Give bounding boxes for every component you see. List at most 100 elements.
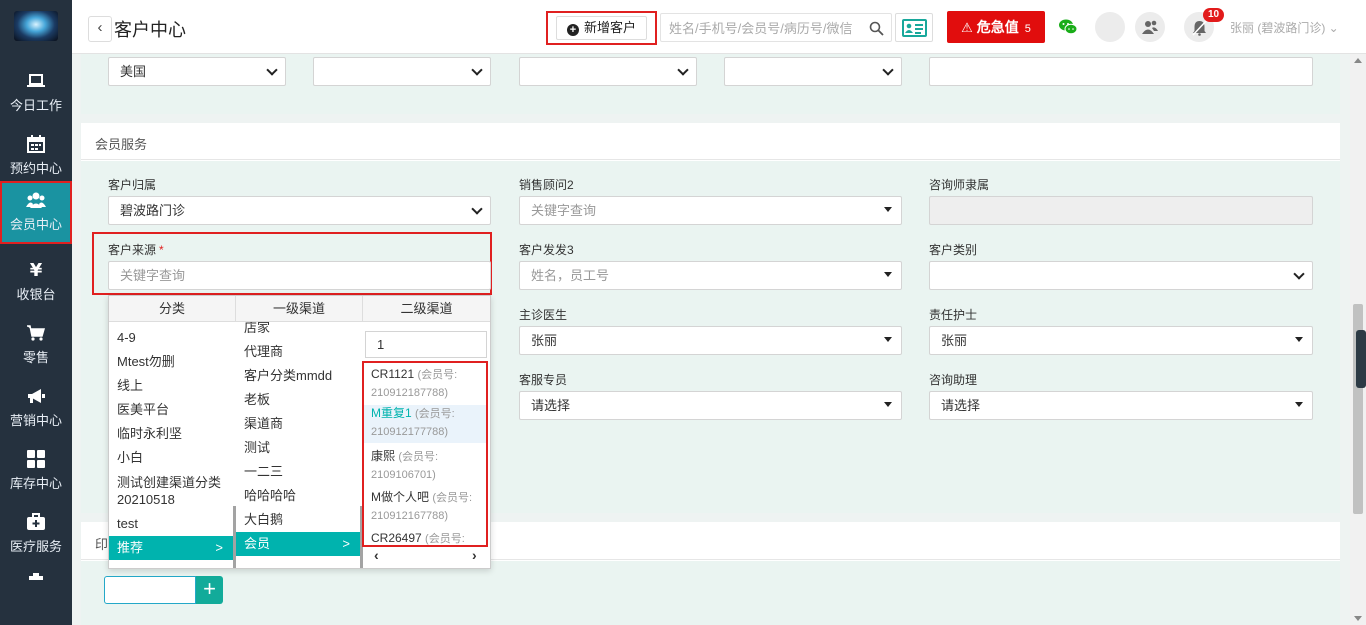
member-name: M做个人吧 <box>371 490 429 504</box>
sidebar-item-marketing[interactable]: 营销中心 <box>0 377 72 440</box>
category-item[interactable]: 医美平台 <box>109 398 233 422</box>
consult-assistant-label: 咨询助理 <box>929 373 978 387</box>
member-list-pager: ‹ › <box>366 547 488 567</box>
category-item[interactable]: Mtest勿删 <box>109 350 233 374</box>
sidebar-item-label: 营销中心 <box>9 413 62 428</box>
id-card-button[interactable] <box>895 13 933 42</box>
customer-source-placeholder: 关键字查询 <box>120 268 186 283</box>
caret-down-icon <box>884 207 892 212</box>
district-select[interactable] <box>724 57 902 86</box>
side-panel-handle[interactable] <box>1356 330 1366 388</box>
member-result-item[interactable]: M做个人吧 (会员号: 210912167788) <box>364 489 486 525</box>
scroll-down-icon[interactable] <box>1354 616 1362 621</box>
customer-search-input[interactable] <box>669 19 859 37</box>
subchannel-search-input[interactable]: 1 <box>365 331 487 358</box>
consult-assistant-value: 请选择 <box>941 398 981 413</box>
nurse-label: 责任护士 <box>929 308 978 322</box>
doctor-select[interactable]: 张丽 <box>519 326 902 355</box>
critical-value-button[interactable]: ⚠ 危急值 5 <box>947 11 1045 43</box>
channel-item-selected[interactable]: 会员 > <box>236 532 360 556</box>
channel-item[interactable]: 渠道商 <box>236 412 360 436</box>
chevron-down-icon <box>266 64 278 76</box>
chevron-down-icon <box>882 64 894 76</box>
alert-icon: ⚠ <box>961 20 973 35</box>
city-select[interactable] <box>519 57 697 86</box>
scroll-up-icon[interactable] <box>1354 58 1362 63</box>
member-result-list: CR1121 (会员号: 210912187788) M重复1 (会员号: 21… <box>362 361 488 547</box>
category-item[interactable]: test <box>109 512 233 536</box>
id-card-icon <box>902 19 927 37</box>
member-result-item-hover[interactable]: M重复1 (会员号: 210912177788) <box>364 405 486 443</box>
channel-item[interactable]: 大白鹅 <box>236 508 360 532</box>
sidebar-item-inventory[interactable]: 库存中心 <box>0 440 72 503</box>
sidebar-item-cashier[interactable]: ¥ 收银台 <box>0 251 72 314</box>
province-select[interactable] <box>313 57 491 86</box>
channel-item[interactable]: 老板 <box>236 388 360 412</box>
channel-item[interactable]: 哈哈哈哈 <box>236 484 360 508</box>
customer-source-input[interactable]: 关键字查询 <box>108 261 491 290</box>
more-menu-icon[interactable] <box>27 572 45 582</box>
consult-assistant-select[interactable]: 请选择 <box>929 391 1313 420</box>
sidebar-item-member-center[interactable]: 会员中心 <box>0 181 72 244</box>
doctor-label: 主诊医生 <box>519 308 568 322</box>
consultant-field <box>929 196 1313 225</box>
customer-belong-value: 碧波路门诊 <box>120 203 186 218</box>
add-tag-button[interactable]: + <box>196 576 223 604</box>
add-customer-label: 新增客户 <box>583 20 636 35</box>
channel-item[interactable]: 代理商 <box>236 340 360 364</box>
wechat-icon[interactable] <box>1058 17 1078 37</box>
service-staff-label: 客服专员 <box>519 373 568 387</box>
category-item[interactable]: 小白 <box>109 446 233 470</box>
chevron-down-icon: ⌄ <box>1328 21 1339 35</box>
category-item[interactable]: 线上 <box>109 374 233 398</box>
category-item[interactable]: 测试创建渠道分类20210518 <box>109 472 233 508</box>
member-result-item[interactable]: CR1121 (会员号: 210912187788) <box>364 366 486 402</box>
member-result-item[interactable]: CR26497 (会员号: <box>364 530 486 545</box>
member-number: (会员号: <box>425 533 465 545</box>
category-item[interactable]: 4-9 <box>109 326 233 350</box>
current-user-menu[interactable]: 张丽 (碧波路门诊) ⌄ <box>1230 19 1339 36</box>
customer-source-label-text: 客户来源 <box>108 243 157 257</box>
prev-page-button[interactable]: ‹ <box>374 547 379 563</box>
nurse-select[interactable]: 张丽 <box>929 326 1313 355</box>
customer-dev-select[interactable]: 姓名，员工号 <box>519 261 902 290</box>
consultant-label: 咨询师隶属 <box>929 178 990 192</box>
chevron-down-icon <box>677 64 689 76</box>
page-title: 客户中心 <box>114 20 186 40</box>
channel-item[interactable]: 测试 <box>236 436 360 460</box>
medkit-icon <box>27 513 45 530</box>
customer-dev-placeholder: 姓名，员工号 <box>531 268 610 283</box>
channel-item[interactable]: 店家 <box>236 322 360 340</box>
back-button[interactable]: ‹ <box>88 16 112 42</box>
channel-item[interactable]: 一二三 <box>236 460 360 484</box>
customer-type-select[interactable] <box>929 261 1313 290</box>
category-selected-label: 推荐 <box>117 540 144 555</box>
country-select[interactable]: 美国 <box>108 57 286 86</box>
cascader-header-subchannel: 二级渠道 <box>363 296 490 322</box>
member-result-item[interactable]: 康熙 (会员号: 2109106701) <box>364 448 486 484</box>
sidebar-item-retail[interactable]: 零售 <box>0 314 72 377</box>
add-customer-button[interactable]: + 新增客户 <box>556 16 647 40</box>
channel-item[interactable]: 客户分类mmdd <box>236 364 360 388</box>
sidebar-item-label: 会员中心 <box>9 217 62 232</box>
print-tag-input[interactable] <box>104 576 196 604</box>
megaphone-icon <box>28 389 45 403</box>
sales-advisor-select[interactable]: 关键字查询 <box>519 196 902 225</box>
service-staff-select[interactable]: 请选择 <box>519 391 902 420</box>
member-name: CR1121 <box>371 367 415 381</box>
cascader-header-category: 分类 <box>109 296 236 322</box>
customer-belong-select[interactable]: 碧波路门诊 <box>108 196 491 225</box>
sidebar-item-today-work[interactable]: 今日工作 <box>0 62 72 125</box>
search-icon[interactable] <box>869 21 884 36</box>
next-page-button[interactable]: › <box>472 547 477 563</box>
category-item[interactable]: 临时永利坚 <box>109 422 233 446</box>
sidebar-item-medical[interactable]: 医疗服务 <box>0 503 72 566</box>
avatar[interactable] <box>1095 12 1125 42</box>
team-button[interactable] <box>1135 12 1165 42</box>
sidebar-item-appointments[interactable]: 预约中心 <box>0 125 72 188</box>
caret-down-icon <box>1295 337 1303 342</box>
yen-icon: ¥ <box>30 260 43 280</box>
address-input[interactable] <box>929 57 1313 86</box>
customer-type-label: 客户类别 <box>929 243 978 257</box>
category-item-selected[interactable]: 推荐 > <box>109 536 233 560</box>
